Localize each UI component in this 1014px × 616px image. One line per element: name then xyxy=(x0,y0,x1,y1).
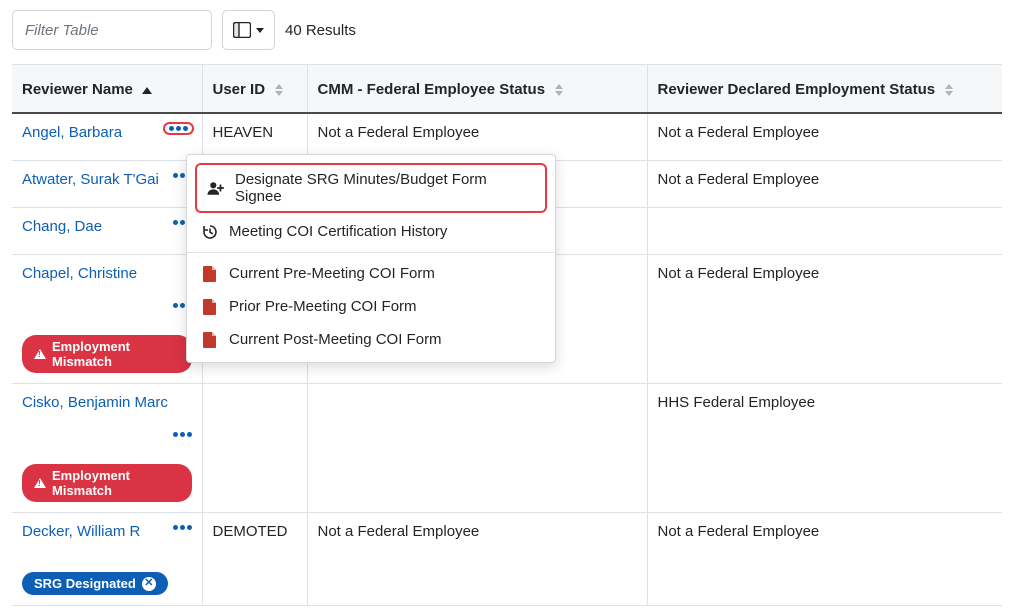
reviewer-name-link[interactable]: Chang, Dae xyxy=(22,218,102,235)
reviewer-name-link[interactable]: Cisko, Benjamin Marc xyxy=(22,394,168,411)
row-actions-button[interactable] xyxy=(173,430,192,439)
col-header-reviewer[interactable]: Reviewer Name xyxy=(12,65,202,114)
row-actions-button[interactable] xyxy=(163,122,194,135)
table-row: Cisko, Benjamin Marc Employment Mismatch H… xyxy=(12,384,1002,513)
reviewer-name-link[interactable]: Decker, William R xyxy=(22,523,140,540)
col-header-userid[interactable]: User ID xyxy=(202,65,307,114)
columns-icon xyxy=(233,22,251,38)
badge-label: SRG Designated xyxy=(34,576,136,591)
employment-mismatch-badge: Employment Mismatch xyxy=(22,464,192,502)
menu-item-coi-history[interactable]: Meeting COI Certification History xyxy=(187,215,555,248)
pdf-icon xyxy=(201,266,219,282)
reviewer-name-link[interactable]: Atwater, Surak T'Gai xyxy=(22,171,159,188)
cmm-status-cell xyxy=(307,384,647,513)
caret-down-icon xyxy=(256,28,264,33)
declared-status-cell: Not a Federal Employee xyxy=(647,513,1002,606)
col-header-cmm[interactable]: CMM - Federal Employee Status xyxy=(307,65,647,114)
results-count: 40 Results xyxy=(285,22,356,39)
warning-icon xyxy=(34,478,46,488)
sort-asc-icon xyxy=(142,87,152,94)
declared-status-cell xyxy=(647,208,1002,255)
col-header-declared[interactable]: Reviewer Declared Employment Status xyxy=(647,65,1002,114)
menu-item-current-pre-coi[interactable]: Current Pre-Meeting COI Form xyxy=(187,257,555,290)
userid-cell: DEMOTED xyxy=(202,513,307,606)
col-header-label: Reviewer Declared Employment Status xyxy=(658,81,936,98)
warning-icon xyxy=(34,349,46,359)
pdf-icon xyxy=(201,299,219,315)
menu-item-prior-pre-coi[interactable]: Prior Pre-Meeting COI Form xyxy=(187,290,555,323)
row-actions-button[interactable] xyxy=(173,523,192,532)
sort-icon xyxy=(555,84,563,96)
badge-label: Employment Mismatch xyxy=(52,468,180,498)
declared-status-cell: Not a Federal Employee xyxy=(647,113,1002,161)
table-row: Decker, William RSRG Designated✕DEMOTEDN… xyxy=(12,513,1002,606)
user-plus-icon xyxy=(207,180,225,196)
menu-item-label: Designate SRG Minutes/Budget Form Signee xyxy=(235,171,535,205)
menu-item-label: Meeting COI Certification History xyxy=(229,223,447,240)
col-header-label: Reviewer Name xyxy=(22,81,133,98)
row-action-menu: Designate SRG Minutes/Budget Form Signee… xyxy=(186,154,556,363)
userid-cell xyxy=(202,384,307,513)
reviewer-name-link[interactable]: Chapel, Christine xyxy=(22,265,137,282)
sort-icon xyxy=(945,84,953,96)
col-header-label: User ID xyxy=(213,81,266,98)
declared-status-cell: HHS Federal Employee xyxy=(647,384,1002,513)
declared-status-cell: Not a Federal Employee xyxy=(647,255,1002,384)
reviewer-name-link[interactable]: Angel, Barbara xyxy=(22,124,122,141)
history-icon xyxy=(201,224,219,240)
declared-status-cell: Not a Federal Employee xyxy=(647,161,1002,208)
menu-item-designate-signee[interactable]: Designate SRG Minutes/Budget Form Signee xyxy=(195,163,547,213)
remove-badge-icon[interactable]: ✕ xyxy=(142,577,156,591)
pdf-icon xyxy=(201,332,219,348)
cmm-status-cell: Not a Federal Employee xyxy=(307,513,647,606)
sort-icon xyxy=(275,84,283,96)
menu-item-label: Current Post-Meeting COI Form xyxy=(229,331,442,348)
menu-divider xyxy=(187,252,555,253)
column-picker-button[interactable] xyxy=(222,10,275,50)
col-header-label: CMM - Federal Employee Status xyxy=(318,81,546,98)
menu-item-current-post-coi[interactable]: Current Post-Meeting COI Form xyxy=(187,323,555,356)
filter-input[interactable] xyxy=(12,10,212,50)
menu-item-label: Prior Pre-Meeting COI Form xyxy=(229,298,417,315)
badge-label: Employment Mismatch xyxy=(52,339,180,369)
employment-mismatch-badge: Employment Mismatch xyxy=(22,335,192,373)
menu-item-label: Current Pre-Meeting COI Form xyxy=(229,265,435,282)
srg-designated-badge[interactable]: SRG Designated ✕ xyxy=(22,572,168,595)
